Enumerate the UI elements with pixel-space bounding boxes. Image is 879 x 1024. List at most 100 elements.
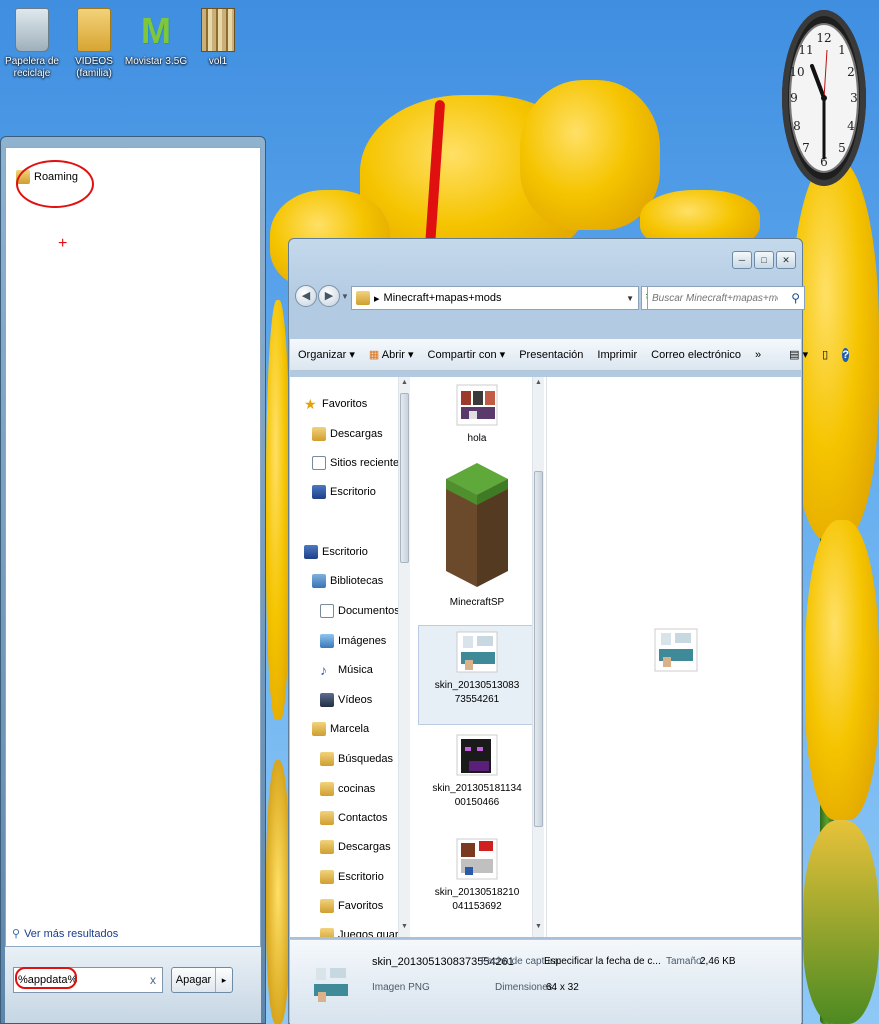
details-dimensions-value: 64 x 32 [546, 982, 579, 993]
scrollbar-thumb[interactable] [400, 393, 409, 563]
minecraft-grass-block-icon [446, 463, 508, 587]
desktop-icon-label: Papelera de reciclaje [5, 56, 59, 79]
shutdown-control: Apagar ▸ [171, 967, 233, 993]
start-search-input[interactable] [18, 969, 138, 991]
search-icon[interactable]: ⚲ [791, 291, 800, 305]
help-icon[interactable]: ? [842, 347, 849, 362]
file-name: MinecraftSP [449, 597, 505, 608]
close-button[interactable]: ✕ [776, 251, 796, 269]
nav-label: Bibliotecas [330, 575, 384, 587]
desktop-icon [312, 485, 326, 499]
details-size-value: 2,46 KB [700, 956, 736, 967]
nav-item-desktop[interactable]: Escritorio [304, 545, 368, 559]
file-item-skin-selected[interactable]: skin_2013051308373554261 [418, 625, 536, 725]
clear-search-icon[interactable]: x [150, 973, 156, 987]
details-date-value[interactable]: Especificar la fecha de c... [544, 956, 661, 967]
nav-item-videos[interactable]: Vídeos [320, 693, 372, 707]
breadcrumb-arrow[interactable]: ▸ [374, 292, 380, 305]
nav-item-documents[interactable]: Documentos [320, 604, 400, 618]
preview-pane-icon[interactable]: ▯ [822, 348, 828, 361]
forward-button[interactable]: ▶ [318, 285, 340, 307]
back-button[interactable]: ◀ [295, 285, 317, 307]
nav-item-downloads[interactable]: Descargas [312, 427, 383, 441]
navigation-pane-scrollbar[interactable]: ▲ ▼ [398, 377, 410, 937]
star-icon: ★ [304, 396, 317, 412]
organize-menu[interactable]: Organizar ▾ [298, 348, 355, 361]
downloads-folder-icon [312, 427, 326, 441]
back-forward-buttons: ◀ ▶ [295, 285, 341, 307]
folder-search-input[interactable] [648, 287, 778, 309]
desktop-icon-videos-folder[interactable]: VIDEOS (familia) [62, 8, 126, 80]
nav-item-music[interactable]: ♪ Música [320, 663, 373, 677]
file-item-hola[interactable]: hola [418, 383, 536, 446]
nav-item-cocinas[interactable]: cocinas [320, 782, 375, 796]
share-menu[interactable]: Compartir con ▾ [428, 348, 506, 361]
nav-item-libraries[interactable]: Bibliotecas [312, 574, 383, 588]
explorer-content: ★ Favoritos Descargas Sitios recientes Es… [290, 377, 801, 937]
file-item-skin-2[interactable]: skin_20130518113400150466 [418, 733, 536, 810]
nav-label: Descargas [338, 841, 391, 853]
skin-thumbnail-icon [456, 838, 498, 880]
svg-text:8: 8 [793, 119, 801, 133]
scroll-down-arrow-icon[interactable]: ▼ [533, 923, 544, 930]
pictures-icon [320, 634, 334, 648]
desktop-icon-vol1[interactable]: vol1 [186, 8, 250, 68]
details-size-label: Tamaño: [666, 956, 705, 967]
details-file-type: Imagen PNG [372, 982, 430, 993]
file-list-scrollbar[interactable]: ▲ ▼ [532, 377, 544, 937]
minimize-button[interactable]: ─ [732, 251, 752, 269]
desktop-icon-recycle-bin[interactable]: Papelera de reciclaje [0, 8, 64, 80]
maximize-button[interactable]: □ [754, 251, 774, 269]
scroll-down-arrow-icon[interactable]: ▼ [399, 923, 410, 930]
open-label: Abrir ▾ [381, 349, 414, 361]
file-name: skin_20130518210041153692 [434, 887, 520, 912]
scroll-up-arrow-icon[interactable]: ▲ [399, 379, 410, 386]
email-button[interactable]: Correo electrónico [651, 349, 741, 361]
nav-item-favorites[interactable]: ★ Favoritos [304, 397, 367, 411]
nav-item-user[interactable]: Marcela [312, 722, 369, 736]
nav-label: Documentos [338, 605, 400, 617]
shutdown-button[interactable]: Apagar [172, 968, 216, 992]
change-view-icon[interactable]: ▤ ▾ [789, 348, 808, 361]
scroll-up-arrow-icon[interactable]: ▲ [533, 379, 544, 386]
nav-item-pictures[interactable]: Imágenes [320, 634, 386, 648]
scrollbar-thumb[interactable] [534, 471, 543, 827]
slideshow-button[interactable]: Presentación [519, 349, 583, 361]
file-list: hola MinecraftSP skin_201305130837355426… [418, 377, 536, 937]
details-pane: skin_2013051308373554261 Imagen PNG Fech… [290, 939, 801, 1024]
user-folder-icon [312, 722, 326, 736]
nav-item-saved-games[interactable]: Juegos guardados [320, 928, 410, 937]
skin-thumbnail-icon [456, 734, 498, 776]
see-more-results-link[interactable]: ⚲ Ver más resultados [12, 927, 118, 941]
clock-gadget[interactable]: 12 1 2 345 678 9 10 11 [782, 10, 866, 186]
nav-label: Escritorio [330, 486, 376, 498]
open-menu[interactable]: ▦ Abrir ▾ [369, 348, 414, 361]
address-dropdown-icon[interactable]: ▼ [626, 294, 634, 303]
start-menu: Roaming + ⚲ Ver más resultados x Apagar … [0, 136, 266, 1024]
shutdown-options-button[interactable]: ▸ [216, 968, 232, 992]
print-button[interactable]: Imprimir [597, 349, 637, 361]
clock-face: 12 1 2 345 678 9 10 11 [782, 10, 866, 186]
desktop-icon [304, 545, 318, 559]
nav-item-user-favorites[interactable]: Favoritos [320, 899, 383, 913]
svg-text:7: 7 [802, 141, 810, 155]
navigation-pane: ★ Favoritos Descargas Sitios recientes Es… [290, 377, 410, 937]
nav-item-searches[interactable]: Búsquedas [320, 752, 393, 766]
file-name: hola [467, 433, 487, 444]
recent-pages-dropdown[interactable]: ▼ [341, 292, 349, 301]
address-bar[interactable]: ▸ Minecraft+mapas+mods ▼ [351, 286, 639, 310]
nav-label: Sitios recientes [330, 457, 405, 469]
nav-item-recent-places[interactable]: Sitios recientes [312, 456, 405, 470]
desktop-icon-movistar[interactable]: Movistar 3.5G [124, 8, 188, 68]
nav-item-desktop-fav[interactable]: Escritorio [312, 485, 376, 499]
nav-item-user-desktop[interactable]: Escritorio [320, 870, 384, 884]
more-commands-button[interactable]: » [755, 349, 761, 361]
file-item-skin-3[interactable]: skin_20130518210041153692 [418, 837, 536, 914]
svg-text:2: 2 [847, 65, 855, 79]
file-item-minecraftsp[interactable]: MinecraftSP [418, 459, 536, 610]
image-thumbnail-icon [456, 384, 498, 426]
nav-item-user-downloads[interactable]: Descargas [320, 840, 391, 854]
skin-preview-image [654, 628, 698, 672]
breadcrumb-current[interactable]: Minecraft+mapas+mods [384, 292, 623, 304]
nav-item-contacts[interactable]: Contactos [320, 811, 388, 825]
